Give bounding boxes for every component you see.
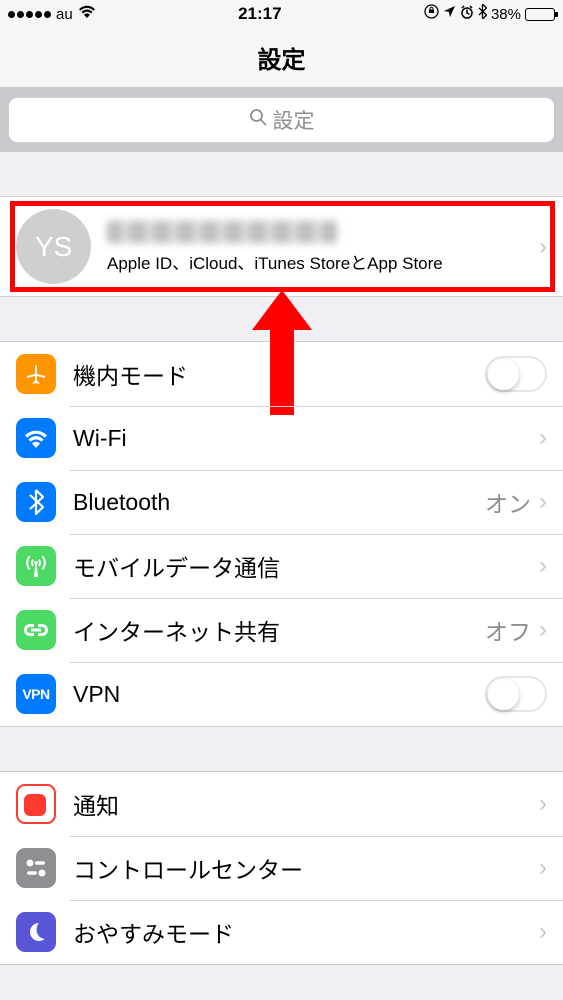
wifi-settings-icon: [16, 418, 56, 458]
settings-group-2: 通知 › コントロールセンター › おやすみモード ›: [0, 771, 563, 965]
moon-icon: [16, 912, 56, 952]
row-notifications[interactable]: 通知 ›: [0, 772, 563, 836]
search-icon: [249, 108, 267, 132]
avatar: YS: [16, 209, 91, 284]
row-label: 機内モード: [73, 357, 485, 391]
row-label: 通知: [73, 787, 539, 821]
status-time: 21:17: [238, 4, 281, 24]
profile-name-redacted: [107, 221, 337, 243]
chevron-right-icon: ›: [539, 790, 547, 818]
bluetooth-icon: [478, 4, 487, 24]
orientation-lock-icon: [424, 4, 439, 24]
search-bar[interactable]: 設定: [0, 88, 563, 152]
row-wifi[interactable]: Wi-Fi ›: [0, 406, 563, 470]
bluetooth-settings-icon: [16, 482, 56, 522]
settings-group-1: 機内モード Wi-Fi › Bluetooth オン › モバイルデータ通信 ›…: [0, 341, 563, 727]
row-bluetooth[interactable]: Bluetooth オン ›: [0, 470, 563, 534]
row-label: コントロールセンター: [73, 851, 539, 885]
row-airplane[interactable]: 機内モード: [0, 342, 563, 406]
profile-subtitle: Apple ID、iCloud、iTunes StoreとApp Store: [107, 249, 523, 274]
wifi-icon: [78, 5, 96, 23]
carrier-label: au: [56, 6, 73, 23]
row-control-center[interactable]: コントロールセンター ›: [0, 836, 563, 900]
row-cellular[interactable]: モバイルデータ通信 ›: [0, 534, 563, 598]
row-dnd[interactable]: おやすみモード ›: [0, 900, 563, 964]
row-value: オン: [485, 485, 531, 519]
row-vpn[interactable]: VPN VPN: [0, 662, 563, 726]
airplane-toggle[interactable]: [485, 356, 547, 392]
chevron-right-icon: ›: [539, 918, 547, 946]
apple-id-card[interactable]: YS Apple ID、iCloud、iTunes StoreとApp Stor…: [0, 196, 563, 297]
alarm-icon: [460, 5, 474, 24]
control-center-icon: [16, 848, 56, 888]
chevron-right-icon: ›: [539, 616, 547, 644]
row-hotspot[interactable]: インターネット共有 オフ ›: [0, 598, 563, 662]
battery-icon: [525, 8, 555, 21]
chevron-right-icon: ›: [539, 488, 547, 516]
row-label: Wi-Fi: [73, 425, 539, 452]
status-bar: au 21:17 38%: [0, 0, 563, 28]
row-label: おやすみモード: [73, 915, 539, 949]
location-icon: [443, 5, 456, 23]
row-label: インターネット共有: [73, 613, 485, 647]
battery-pct: 38%: [491, 6, 521, 23]
link-icon: [16, 610, 56, 650]
notifications-icon: [16, 784, 56, 824]
chevron-right-icon: ›: [539, 424, 547, 452]
chevron-right-icon: ›: [539, 854, 547, 882]
row-label: Bluetooth: [73, 489, 485, 516]
row-label: VPN: [73, 681, 485, 708]
signal-dots-icon: [8, 11, 51, 18]
airplane-icon: [16, 354, 56, 394]
row-value: オフ: [485, 613, 531, 647]
chevron-right-icon: ›: [539, 233, 547, 261]
search-placeholder: 設定: [273, 105, 315, 135]
antenna-icon: [16, 546, 56, 586]
vpn-icon: VPN: [16, 674, 56, 714]
row-label: モバイルデータ通信: [73, 549, 539, 583]
nav-title: 設定: [0, 28, 563, 88]
vpn-toggle[interactable]: [485, 676, 547, 712]
chevron-right-icon: ›: [539, 552, 547, 580]
